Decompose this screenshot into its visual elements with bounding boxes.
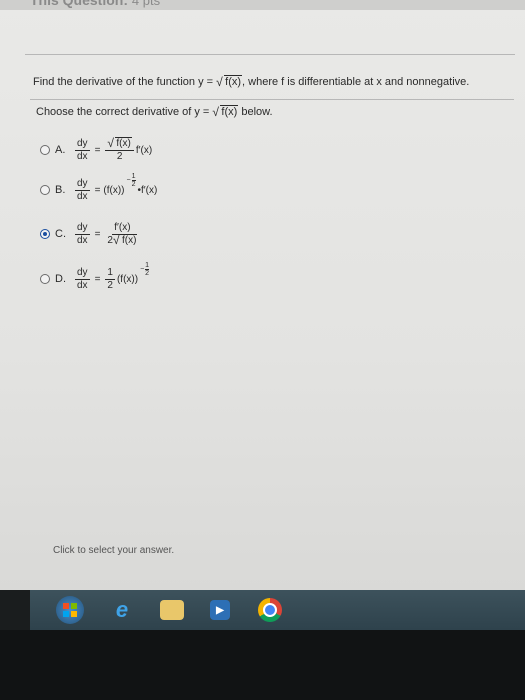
windows-start-icon[interactable] <box>56 596 84 624</box>
dy-dx-fraction: dy dx <box>75 222 90 247</box>
dx-text: dx <box>77 279 88 291</box>
prompt-suffix: below. <box>238 106 273 118</box>
exponent-sign: − <box>126 176 131 184</box>
option-a-radio[interactable] <box>40 145 50 155</box>
question-prefix: Find the derivative of the function y = <box>33 76 217 88</box>
equals-sign: = <box>94 144 101 156</box>
question-header: This Question: 4 pts <box>30 0 160 8</box>
question-header-title: This Question: <box>30 0 128 8</box>
option-d-base: (f(x)) <box>116 273 139 285</box>
option-c[interactable]: C. dydx = f′(x)2f(x) <box>40 219 141 249</box>
option-d-exponent: − 12 <box>140 261 150 277</box>
option-b-radio[interactable] <box>40 185 50 195</box>
question-suffix: , where f is differentiable at x and non… <box>242 76 470 88</box>
option-a-tail: f′(x) <box>135 144 153 156</box>
sqrt-symbol: f(x) <box>212 105 239 119</box>
coefficient-numerator: 1 <box>105 266 115 280</box>
dy-text: dy <box>75 177 90 191</box>
dy-dx-fraction: dy dx <box>75 267 90 292</box>
sqrt-symbol: f(x) <box>107 136 132 150</box>
option-d-radio[interactable] <box>40 274 50 284</box>
question-text: Find the derivative of the function y = … <box>33 75 470 89</box>
prompt-prefix: Choose the correct derivative of y = <box>36 106 213 118</box>
dy-dx-fraction: dy dx <box>75 178 90 203</box>
dx-text: dx <box>77 234 88 246</box>
file-explorer-icon[interactable] <box>160 600 184 620</box>
option-d[interactable]: D. dy dx = 12 (f(x)) − 12 <box>40 262 151 294</box>
select-answer-hint: Click to select your answer. <box>53 545 175 556</box>
equals-sign: = <box>94 273 101 285</box>
option-b-base: (f(x)) <box>103 184 125 196</box>
monitor-bezel <box>0 630 525 700</box>
option-a-fraction: f(x)2 <box>105 136 134 163</box>
dx-text: dx <box>77 150 88 162</box>
option-b[interactable]: B. dy dx = (f(x)) − 12 •f′(x) <box>40 173 158 205</box>
sqrt-symbol: f(x) <box>216 75 243 89</box>
option-a-denominator: 2 <box>116 150 123 162</box>
sqrt-symbol: f(x) <box>113 233 138 247</box>
exponent-numerator: 1 <box>145 261 150 270</box>
equals-sign: = <box>94 184 101 196</box>
question-points: 4 pts <box>131 0 161 8</box>
coefficient-denominator: 2 <box>107 279 113 291</box>
dx-text: dx <box>77 190 88 202</box>
exponent-denominator: 2 <box>131 180 136 188</box>
option-d-expression: dy dx = 12 (f(x)) − 12 <box>73 262 151 292</box>
equals-sign: = <box>94 228 101 240</box>
option-d-letter: D. <box>55 273 66 285</box>
question-radicand: f(x) <box>224 75 243 88</box>
divider-top <box>25 54 515 55</box>
option-c-letter: C. <box>55 228 66 240</box>
monitor-bezel-left <box>0 590 30 630</box>
option-a[interactable]: A. dydx = f(x)2 f′(x) <box>40 135 152 165</box>
question-prompt: Choose the correct derivative of y = f(x… <box>36 105 273 119</box>
option-c-expression: dydx = f′(x)2f(x) <box>73 222 141 247</box>
exponent-sign: − <box>140 265 145 273</box>
chrome-icon[interactable] <box>258 598 282 622</box>
option-d-coefficient: 12 <box>105 267 115 292</box>
option-a-expression: dydx = f(x)2 f′(x) <box>73 136 153 163</box>
option-b-expression: dy dx = (f(x)) − 12 •f′(x) <box>73 173 158 203</box>
dy-text: dy <box>75 137 90 151</box>
divider-mid <box>30 99 514 100</box>
screen: This Question: 4 pts Find the derivative… <box>0 0 525 590</box>
prompt-radicand: f(x) <box>220 105 239 118</box>
exponent-denominator: 2 <box>145 269 150 277</box>
option-c-radicand: f(x) <box>120 233 138 246</box>
dy-dx-fraction: dy dx <box>75 138 90 163</box>
dy-text: dy <box>75 221 90 235</box>
option-b-letter: B. <box>55 184 66 196</box>
option-a-letter: A. <box>55 144 66 156</box>
media-player-icon[interactable]: ▶ <box>210 600 230 620</box>
taskbar: e ▶ <box>30 590 525 630</box>
dy-text: dy <box>75 266 90 280</box>
option-c-radio[interactable] <box>40 229 50 239</box>
option-b-exponent: − 12 <box>127 173 136 188</box>
exponent-numerator: 1 <box>131 172 136 181</box>
option-a-radicand: f(x) <box>115 136 132 149</box>
option-c-fraction: f′(x)2f(x) <box>105 222 139 247</box>
option-b-tail: •f′(x) <box>137 184 158 196</box>
internet-explorer-icon[interactable]: e <box>108 596 136 624</box>
